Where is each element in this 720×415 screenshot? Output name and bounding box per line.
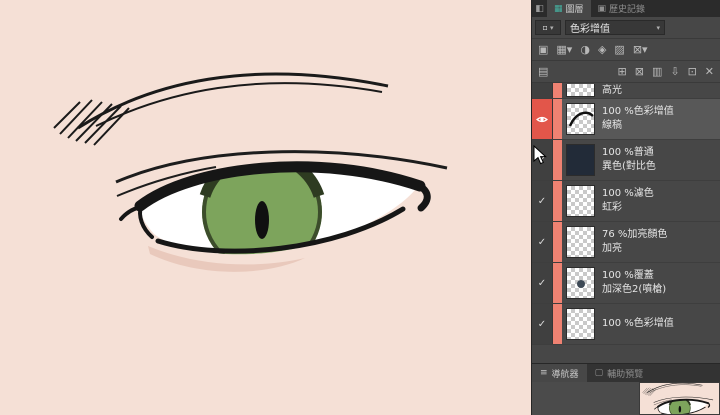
layer-name: 加亮 <box>602 243 622 254</box>
tab-subview[interactable]: ▢ 輔助預覽 <box>587 364 652 382</box>
layer-color-strip <box>553 181 562 221</box>
transfer-layer-icon[interactable]: ⊡ <box>688 66 697 77</box>
layer-thumbnail[interactable] <box>565 144 595 176</box>
visibility-toggle[interactable] <box>532 83 553 98</box>
eye-artwork <box>0 0 531 415</box>
layer-color-strip <box>553 222 562 262</box>
panel-list-icon[interactable]: ▤ <box>538 66 548 77</box>
tab-history[interactable]: ▣ 歷史記錄 <box>591 0 653 17</box>
layer-name: 異色(對比色 <box>602 161 656 172</box>
visibility-toggle[interactable]: ✓ <box>532 263 553 303</box>
palette-tab-bar: ◧ ▦ 圖層 ▣ 歷史記錄 <box>532 0 720 17</box>
check-icon: ✓ <box>537 236 547 248</box>
new-layer-icon[interactable]: ⊞ <box>618 66 627 77</box>
layer-row-darken-airbrush[interactable]: ✓ 100 %覆蓋 加深色2(噴槍) <box>532 263 720 304</box>
new-vector-layer-icon[interactable]: ⊠ <box>635 66 644 77</box>
navigator-preview-area[interactable] <box>532 382 720 415</box>
check-icon: ✓ <box>537 318 547 330</box>
layer-color-strip <box>553 140 562 180</box>
layer-thumbnail[interactable] <box>565 84 595 97</box>
layer-list: 高光 100 %色彩增值 線稿 ✓ 100 %普通 異色(對比色 ✓ 100 %… <box>532 83 720 363</box>
layer-color-strip <box>553 83 562 98</box>
navigator-tab-label: 導航器 <box>551 369 579 380</box>
lock-layer-icon[interactable]: ◈ <box>598 44 606 55</box>
visibility-toggle[interactable]: ✓ <box>532 304 553 344</box>
visibility-toggle[interactable]: ✓ <box>532 140 553 180</box>
blend-mode-value: 色彩增值 <box>570 24 610 35</box>
layers-tab-icon: ▦ <box>554 3 563 14</box>
visibility-toggle[interactable]: ✓ <box>532 181 553 221</box>
layer-blend-info: 100 %普通 <box>602 147 654 158</box>
layer-mask-icon[interactable]: ⊠▾ <box>633 44 648 55</box>
layer-name: 高光 <box>602 84 622 96</box>
contrast-icon[interactable]: ◑ <box>580 44 590 55</box>
layer-name: 線稿 <box>602 120 622 131</box>
layer-color-strip <box>553 263 562 303</box>
chevron-down-icon: ▾ <box>656 23 660 32</box>
check-icon: ✓ <box>537 154 547 166</box>
tone-grid-icon[interactable]: ▦▾ <box>556 44 572 55</box>
layer-thumbnail[interactable] <box>565 308 595 340</box>
layer-color-swatch-icon: ▫ <box>542 23 548 32</box>
layer-thumbnail[interactable] <box>565 267 595 299</box>
check-icon: ✓ <box>537 277 547 289</box>
layer-toolbar-2: ▤ ⊞ ⊠ ▥ ⇩ ⊡ ✕ <box>532 61 720 83</box>
layer-name: 加深色2(噴槍) <box>602 284 667 295</box>
layer-row-iris[interactable]: ✓ 100 %濾色 虹彩 <box>532 181 720 222</box>
layer-blend-info: 100 %濾色 <box>602 188 654 199</box>
paint-app-window: ◧ ▦ 圖層 ▣ 歷史記錄 ▫ ▾ 色彩增值 ▾ ▣ ▦▾ ◑ ◈ ▨ ⊠▾ ▤… <box>0 0 720 415</box>
layer-row-multiply-bottom[interactable]: ✓ 100 %色彩增值 <box>532 304 720 345</box>
blend-mode-row: ▫ ▾ 色彩增值 ▾ <box>532 17 720 39</box>
layer-blend-info: 100 %覆蓋 <box>602 270 654 281</box>
subview-tab-label: 輔助預覽 <box>607 369 644 380</box>
tab-navigator[interactable]: ≡ 導航器 <box>532 364 587 382</box>
navigator-tab-icon: ≡ <box>540 368 548 378</box>
layer-color-dropdown[interactable]: ▫ ▾ <box>535 20 561 35</box>
layer-blend-info: 100 %色彩增值 <box>602 318 674 329</box>
history-tab-label: 歷史記錄 <box>609 5 646 15</box>
subview-tab-icon: ▢ <box>594 368 604 378</box>
layer-thumbnail[interactable] <box>565 103 595 135</box>
layer-toolbar-1: ▣ ▦▾ ◑ ◈ ▨ ⊠▾ <box>532 39 720 61</box>
layer-name: 虹彩 <box>602 202 622 213</box>
layer-color-strip <box>553 99 562 139</box>
tab-layers[interactable]: ▦ 圖層 <box>547 0 591 17</box>
canvas-preview-thumbnail[interactable] <box>639 382 720 415</box>
history-tab-icon: ▣ <box>597 3 607 14</box>
layer-row-dodge[interactable]: ✓ 76 %加亮顏色 加亮 <box>532 222 720 263</box>
drawing-canvas[interactable] <box>0 0 531 415</box>
dock-menu-icon[interactable]: ◧ <box>532 0 547 17</box>
layer-row-lineart[interactable]: 100 %色彩增值 線稿 <box>532 99 720 140</box>
layer-row-highlight[interactable]: 高光 <box>532 83 720 99</box>
visibility-toggle[interactable] <box>532 99 553 139</box>
chevron-down-icon: ▾ <box>549 23 554 32</box>
layers-palette: ◧ ▦ 圖層 ▣ 歷史記錄 ▫ ▾ 色彩增值 ▾ ▣ ▦▾ ◑ ◈ ▨ ⊠▾ ▤… <box>531 0 720 415</box>
layer-blend-info: 100 %色彩增值 <box>602 106 674 117</box>
layer-row-contrast-color[interactable]: ✓ 100 %普通 異色(對比色 <box>532 140 720 181</box>
pen-settings-icon[interactable]: ▣ <box>538 44 548 55</box>
layer-thumbnail[interactable] <box>565 185 595 217</box>
eye-visible-icon <box>536 116 548 122</box>
layer-color-strip <box>553 304 562 344</box>
layers-tab-label: 圖層 <box>565 5 584 15</box>
layer-thumbnail[interactable] <box>565 226 595 258</box>
delete-layer-icon[interactable]: ✕ <box>705 66 714 77</box>
merge-down-icon[interactable]: ⇩ <box>670 66 679 77</box>
check-icon: ✓ <box>537 195 547 207</box>
navigator-tab-bar: ≡ 導航器 ▢ 輔助預覽 <box>532 363 720 382</box>
visibility-toggle[interactable]: ✓ <box>532 222 553 262</box>
new-folder-icon[interactable]: ▥ <box>652 66 662 77</box>
lock-alpha-icon[interactable]: ▨ <box>614 44 624 55</box>
blend-mode-dropdown[interactable]: 色彩增值 ▾ <box>565 20 665 35</box>
layer-blend-info: 76 %加亮顏色 <box>602 229 668 240</box>
